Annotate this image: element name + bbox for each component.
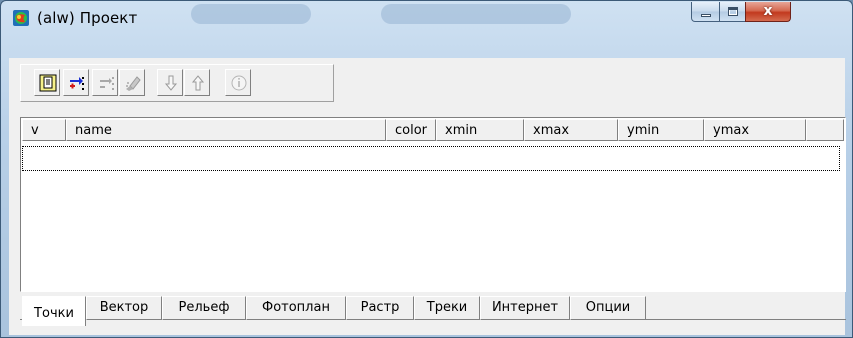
add-point-button[interactable] <box>63 69 89 96</box>
tab-points[interactable]: Точки <box>22 296 86 326</box>
move-up-icon <box>191 75 205 91</box>
app-globe-icon <box>13 10 29 26</box>
tab-photoplan[interactable]: Фотоплан <box>246 296 346 320</box>
new-item-icon <box>39 74 57 92</box>
column-header-name[interactable]: name <box>66 119 386 141</box>
erase-button[interactable] <box>119 69 145 96</box>
maximize-icon <box>728 7 738 16</box>
column-header-v[interactable]: v <box>22 119 66 141</box>
column-header-ymax[interactable]: ymax <box>704 119 806 141</box>
title-bar-reflection <box>191 4 311 24</box>
move-down-button[interactable] <box>157 69 183 96</box>
title-bar-reflection <box>381 4 571 24</box>
column-header-xmax[interactable]: xmax <box>524 119 618 141</box>
table-row-focused[interactable] <box>22 146 840 171</box>
tab-options[interactable]: Опции <box>570 296 646 320</box>
remove-point-icon <box>100 77 114 90</box>
column-header-ymin[interactable]: ymin <box>618 119 704 141</box>
move-up-button[interactable] <box>184 69 210 96</box>
add-point-icon <box>70 77 84 90</box>
toolbar <box>20 64 334 102</box>
minimize-icon <box>701 14 711 17</box>
close-icon: x <box>763 3 773 19</box>
points-grid[interactable]: v name color xmin xmax ymin ymax <box>20 117 846 292</box>
new-item-button[interactable] <box>34 69 60 96</box>
move-down-icon <box>164 75 178 91</box>
grid-header: v name color xmin xmax ymin ymax <box>22 119 844 141</box>
window-title: (alw) Проект <box>37 9 138 27</box>
info-button[interactable] <box>225 69 251 96</box>
remove-point-button[interactable] <box>92 69 118 96</box>
tab-raster[interactable]: Растр <box>346 296 414 320</box>
tab-strip: Точки Вектор Рельеф Фотоплан Растр Треки… <box>20 296 846 332</box>
tab-tracks[interactable]: Треки <box>414 296 480 320</box>
erase-icon <box>126 76 141 91</box>
tab-relief[interactable]: Рельеф <box>162 296 246 320</box>
close-button[interactable]: x <box>745 2 791 22</box>
title-bar[interactable]: (alw) Проект x <box>1 1 852 31</box>
column-header-color[interactable]: color <box>386 119 436 141</box>
tab-vector[interactable]: Вектор <box>86 296 162 320</box>
column-header-filler <box>806 119 844 141</box>
maximize-button[interactable] <box>719 2 746 22</box>
minimize-button[interactable] <box>691 2 720 22</box>
info-icon <box>231 75 247 91</box>
column-header-xmin[interactable]: xmin <box>436 119 524 141</box>
tab-internet[interactable]: Интернет <box>480 296 570 320</box>
